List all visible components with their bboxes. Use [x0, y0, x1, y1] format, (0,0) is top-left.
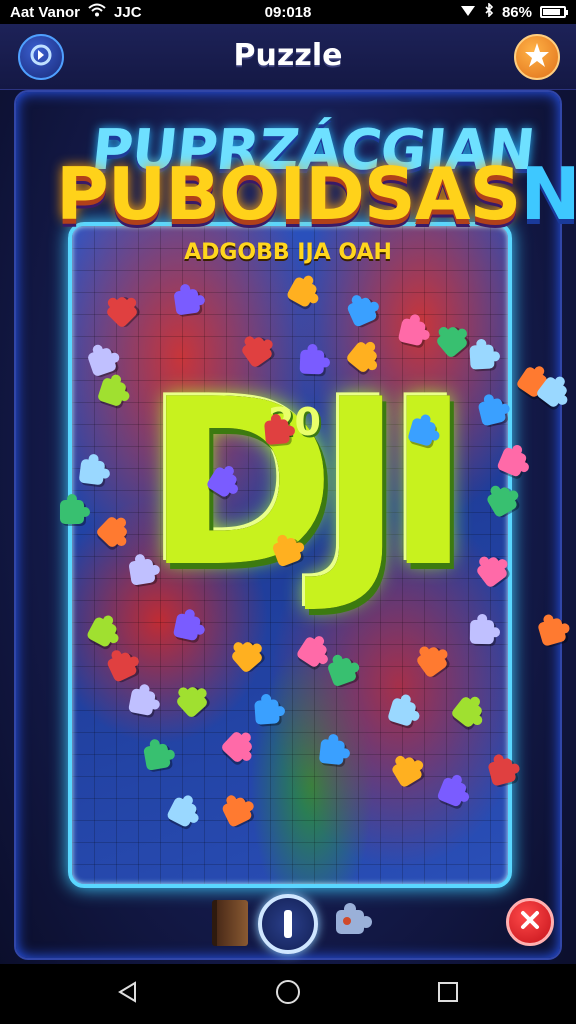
nav-recents-icon [436, 980, 460, 1008]
wifi-icon [88, 3, 106, 21]
puzzle-piece[interactable] [60, 494, 90, 524]
game-screen: Aat Vanor JJC 09:018 86% Puzzle PUPRZÁCG… [0, 0, 576, 1024]
puzzle-piece[interactable] [173, 288, 201, 316]
nav-recents-button[interactable] [433, 979, 463, 1009]
close-icon [519, 909, 541, 935]
battery-icon [540, 6, 568, 18]
page-title: Puzzle [233, 38, 343, 73]
pause-button[interactable] [258, 894, 318, 954]
carrier-label: Aat Vanor [10, 3, 81, 21]
puzzle-piece[interactable] [78, 458, 106, 486]
puzzle-piece[interactable] [127, 687, 157, 717]
system-nav-bar [0, 964, 576, 1024]
puzzle-piece[interactable] [469, 344, 495, 370]
status-extra: JJC [114, 3, 142, 21]
signal-icon [460, 3, 476, 21]
nav-home-button[interactable] [273, 979, 303, 1009]
battery-percent: 86% [501, 3, 532, 21]
logo-line-2-tail: N [520, 152, 576, 236]
logo-line-2: PUBOIDSASN [56, 152, 576, 236]
star-icon [523, 41, 551, 73]
puzzle-piece[interactable] [254, 699, 280, 725]
bluetooth-icon [484, 2, 494, 21]
status-bar: Aat Vanor JJC 09:018 86% [0, 0, 576, 24]
logo-line-2-text: PUBOIDSAS [56, 152, 521, 236]
pause-icon [284, 910, 292, 938]
clock: 09:018 [264, 3, 312, 21]
puzzle-piece[interactable] [318, 738, 346, 766]
puzzle-piece[interactable] [537, 617, 567, 647]
star-button[interactable] [514, 34, 560, 80]
puzzle-piece[interactable] [299, 349, 325, 375]
nav-home-icon [274, 978, 302, 1010]
puzzle-piece[interactable] [128, 558, 156, 586]
puzzle-piece[interactable] [172, 612, 202, 642]
piece-button[interactable] [330, 902, 374, 942]
book-button[interactable] [212, 900, 248, 946]
nav-back-button[interactable] [113, 979, 143, 1009]
nav-back-icon [116, 980, 140, 1008]
app-header: Puzzle [0, 24, 576, 90]
puzzle-piece-icon [330, 900, 374, 944]
close-button[interactable] [506, 898, 554, 946]
puzzle-piece[interactable] [263, 418, 291, 446]
board-subtitle: ADGOBB IJA OAH [184, 240, 392, 265]
puzzle-piece[interactable] [143, 743, 171, 771]
puzzle-piece[interactable] [469, 619, 495, 645]
